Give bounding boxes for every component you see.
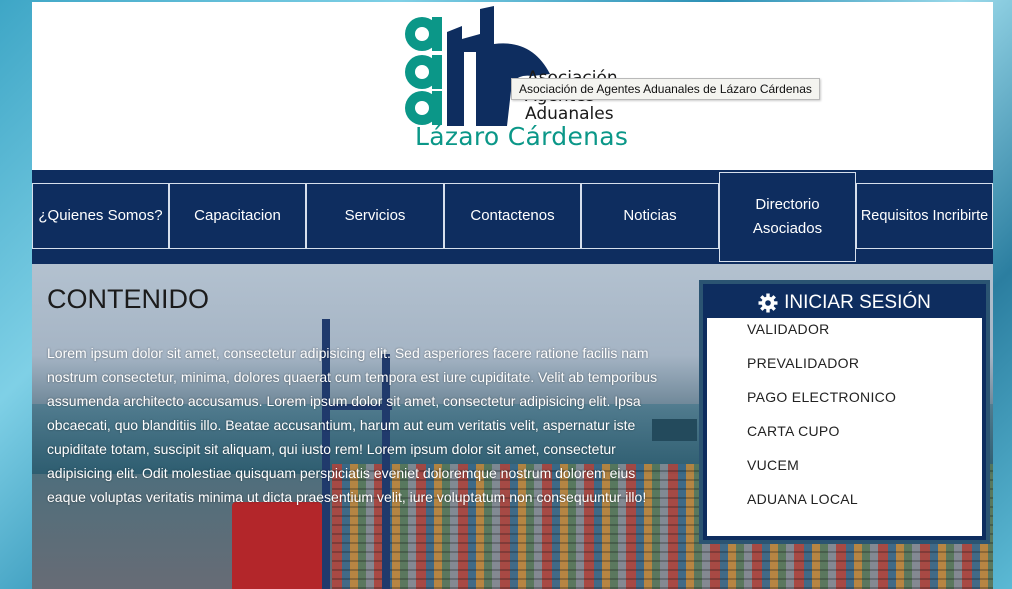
nav-item-quienes-somos[interactable]: ¿Quienes Somos? <box>32 183 169 249</box>
login-link-pago-electronico[interactable]: PAGO ELECTRONICO <box>747 389 896 405</box>
nav-item-capacitacion[interactable]: Capacitacion <box>169 183 306 249</box>
content-title: CONTENIDO <box>47 284 209 314</box>
login-link-vucem[interactable]: VUCEM <box>747 457 799 473</box>
login-panel: INICIAR SESIÓN VALIDADOR PREVALIDADOR PA… <box>699 280 990 544</box>
login-title: INICIAR SESIÓN <box>784 292 931 313</box>
main-nav: ¿Quienes Somos? Capacitacion Servicios C… <box>32 170 993 264</box>
logo-line3: Aduanales <box>525 104 614 124</box>
cargo-ship-background <box>232 502 322 589</box>
content-body: Lorem ipsum dolor sit amet, consectetur … <box>47 345 658 505</box>
site-header: Asociación Agentes Aduanales Lázaro Cárd… <box>32 2 993 170</box>
login-link-aduana-local[interactable]: ADUANA LOCAL <box>747 491 858 507</box>
login-link-validador[interactable]: VALIDADOR <box>747 321 830 337</box>
nav-item-noticias[interactable]: Noticias <box>581 183 719 249</box>
login-links: VALIDADOR PREVALIDADOR PAGO ELECTRONICO … <box>707 318 982 536</box>
nav-item-directorio-asociados[interactable]: Directorio Asociados <box>719 172 856 262</box>
nav-item-contactenos[interactable]: Contactenos <box>444 183 581 249</box>
nav-item-servicios[interactable]: Servicios <box>306 183 444 249</box>
logo-tooltip: Asociación de Agentes Aduanales de Lázar… <box>511 78 820 100</box>
page: Asociación Agentes Aduanales Lázaro Cárd… <box>32 2 993 589</box>
login-header[interactable]: INICIAR SESIÓN <box>707 288 982 318</box>
logo-name: Lázaro Cárdenas <box>415 122 629 151</box>
nav-item-requisitos[interactable]: Requisitos Incribirte <box>856 183 993 249</box>
main-content: CONTENIDO Lorem ipsum dolor sit amet, co… <box>32 264 993 589</box>
login-link-prevalidador[interactable]: PREVALIDADOR <box>747 355 859 371</box>
gear-icon <box>758 293 778 313</box>
login-link-carta-cupo[interactable]: CARTA CUPO <box>747 423 840 439</box>
